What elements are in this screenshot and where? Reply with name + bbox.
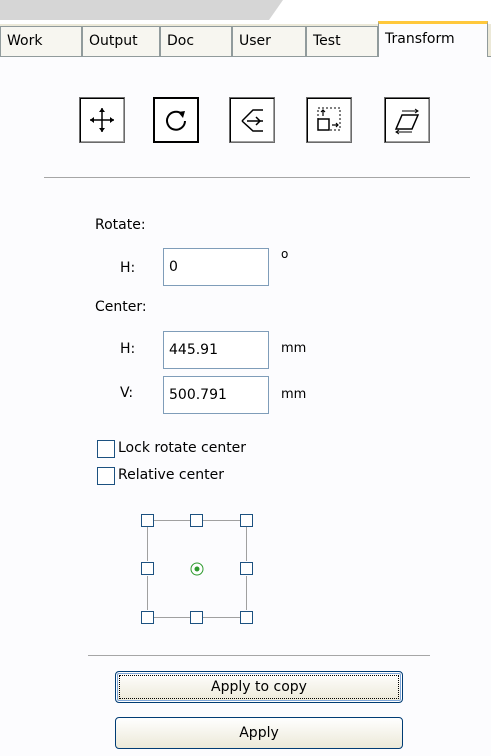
- rotate-h-label: H:: [120, 260, 136, 276]
- grid-connector: [246, 576, 247, 610]
- relative-center-label[interactable]: Relative center: [118, 467, 224, 483]
- move-icon: [90, 108, 114, 132]
- tab-test[interactable]: Test: [306, 26, 378, 56]
- anchor-middle-right[interactable]: [240, 562, 253, 575]
- rotate-icon: [166, 110, 186, 131]
- skew-tool-button[interactable]: [384, 97, 430, 143]
- grid-connector: [203, 617, 240, 618]
- mirror-icon: [241, 109, 263, 132]
- center-h-input[interactable]: [163, 331, 269, 369]
- skew-icon: [394, 108, 420, 135]
- anchor-top-right[interactable]: [240, 514, 253, 527]
- anchor-bottom-left[interactable]: [141, 611, 154, 624]
- apply-label: Apply: [239, 725, 279, 741]
- anchor-bottom-center[interactable]: [190, 611, 203, 624]
- center-h-unit-label: mm: [281, 341, 307, 356]
- selected-radio-icon: [190, 562, 204, 576]
- scale-tool-button[interactable]: [306, 97, 352, 143]
- tab-doc[interactable]: Doc: [160, 26, 232, 56]
- lock-rotate-center-label[interactable]: Lock rotate center: [118, 440, 246, 456]
- relative-center-checkbox[interactable]: [97, 467, 115, 485]
- grid-connector: [246, 527, 247, 561]
- center-h-label: H:: [120, 341, 136, 357]
- tab-work[interactable]: Work: [0, 26, 82, 56]
- anchor-center-radio[interactable]: [190, 562, 204, 576]
- anchor-top-center[interactable]: [190, 514, 203, 527]
- anchor-middle-left[interactable]: [141, 562, 154, 575]
- apply-to-copy-button[interactable]: Apply to copy: [115, 671, 403, 703]
- center-v-label: V:: [120, 385, 134, 401]
- rotate-tool-button[interactable]: [153, 97, 199, 143]
- center-v-unit-label: mm: [281, 387, 307, 402]
- anchor-bottom-right[interactable]: [240, 611, 253, 624]
- tab-user[interactable]: User: [232, 26, 306, 56]
- focus-ring: [119, 675, 399, 699]
- grid-connector: [154, 617, 190, 618]
- mirror-tool-button[interactable]: [229, 97, 275, 143]
- separator-bottom: [88, 655, 430, 656]
- grid-connector: [147, 527, 148, 561]
- lock-rotate-center-checkbox[interactable]: [97, 440, 115, 458]
- rotate-label: Rotate:: [95, 217, 146, 233]
- grid-connector: [203, 520, 240, 521]
- separator-top: [44, 177, 470, 178]
- grid-connector: [154, 520, 190, 521]
- anchor-top-left[interactable]: [141, 514, 154, 527]
- apply-button[interactable]: Apply: [115, 717, 403, 749]
- center-label: Center:: [95, 299, 147, 315]
- rotate-angle-input[interactable]: [163, 248, 269, 286]
- degree-unit-label: o: [281, 247, 289, 261]
- center-v-input[interactable]: [163, 376, 269, 414]
- move-tool-button[interactable]: [79, 97, 125, 143]
- grid-connector: [147, 576, 148, 610]
- tab-transform[interactable]: Transform: [378, 21, 488, 57]
- scale-icon: [317, 107, 341, 131]
- tab-output[interactable]: Output: [82, 26, 160, 56]
